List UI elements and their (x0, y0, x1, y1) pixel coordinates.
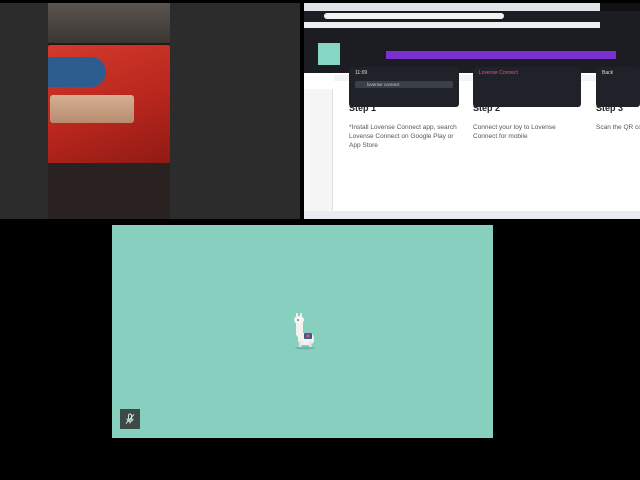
toy-status-tile (112, 225, 493, 438)
step-3-phone-card: Back (596, 67, 640, 107)
browser-dark-page (304, 11, 640, 73)
step-1-text: *Install Lovense Connect app, search Lov… (349, 124, 457, 149)
teal-thumbnail (318, 43, 340, 65)
step-3-text: Scan the QR co (596, 124, 640, 131)
camera-feed-top-object (48, 3, 170, 43)
browser-tab-bar (304, 3, 600, 11)
step-1: Step 1 *Install Lovense Connect app, sea… (349, 103, 459, 150)
camera-letterbox (0, 3, 48, 219)
camera-feed-blue-object (48, 57, 106, 87)
purple-banner (386, 51, 616, 59)
browser-bookmarks-bar (304, 22, 600, 28)
taskbar (304, 211, 640, 219)
browser-address-bar (324, 13, 504, 19)
card-2-label: Lovense Connect (479, 70, 518, 76)
camera-feed-floor (48, 163, 170, 219)
step-1-phone-card: 11:09 lovense connect (349, 67, 459, 107)
card-3-back: Back (602, 70, 614, 76)
llama-mascot-icon (294, 313, 315, 350)
step-3: Step 3 Scan the QR co (596, 103, 640, 132)
card-1-time: 11:09 (355, 70, 368, 76)
step-2-text: Connect your toy to Lovense Connect for … (473, 124, 556, 140)
camera-feed (48, 3, 170, 219)
screen-share-tile: Step 1 *Install Lovense Connect app, sea… (304, 3, 640, 219)
camera-video-tile (0, 3, 300, 219)
step-2-phone-card: Lovense Connect (473, 67, 581, 107)
mute-button[interactable] (120, 409, 140, 429)
inner-sidebar (304, 89, 333, 211)
step-2: Step 2 Connect your toy to Lovense Conne… (473, 103, 573, 141)
card-1-search: lovense connect (355, 81, 453, 88)
camera-feed-beige-bar (50, 95, 134, 123)
microphone-off-icon (125, 413, 135, 424)
